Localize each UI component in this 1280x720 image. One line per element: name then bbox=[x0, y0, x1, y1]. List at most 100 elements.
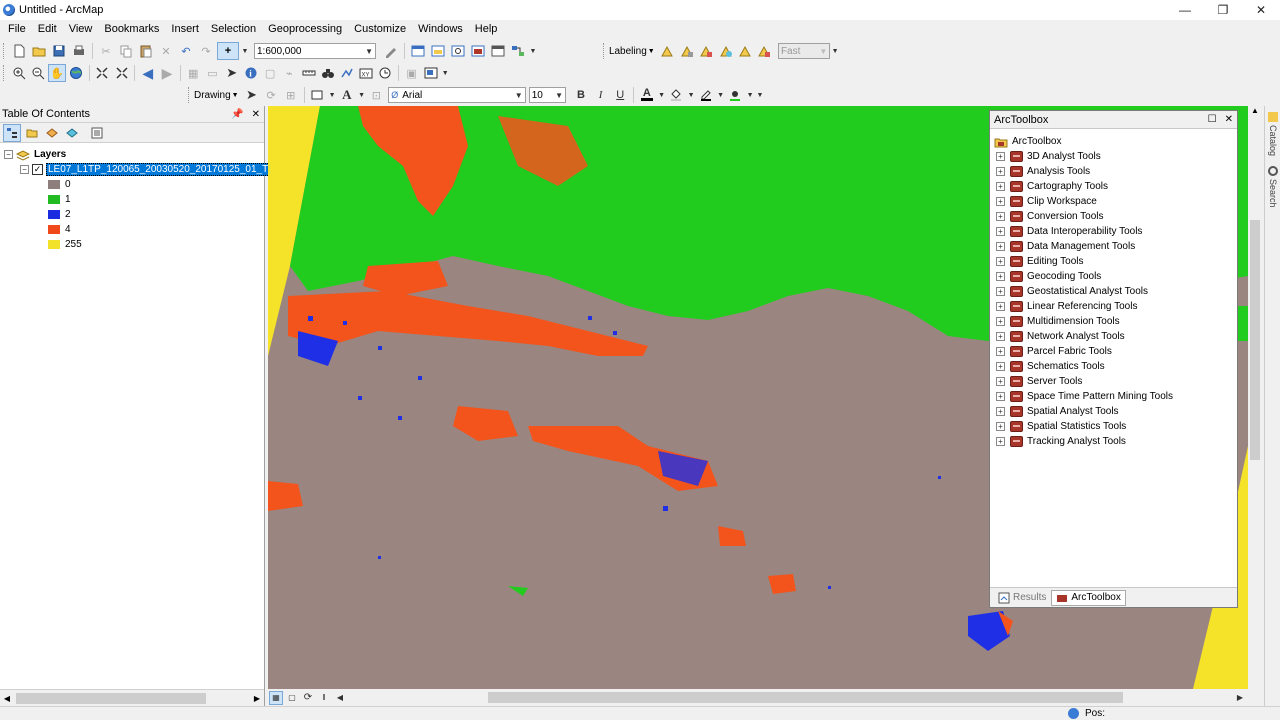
maximize-icon[interactable]: ☐ bbox=[1208, 114, 1217, 125]
hyperlink-icon[interactable]: ⌁ bbox=[281, 64, 298, 82]
toolbar-grip[interactable] bbox=[188, 87, 191, 103]
catalog-tab[interactable]: Catalog bbox=[1266, 108, 1280, 160]
underline-button[interactable]: U bbox=[611, 86, 629, 104]
chevron-down-icon[interactable]: ▼ bbox=[529, 42, 537, 60]
labeling-menu[interactable]: Labeling bbox=[609, 46, 647, 57]
go-to-xy-icon[interactable]: XY bbox=[358, 64, 375, 82]
toolbox-item[interactable]: + Clip Workspace bbox=[996, 194, 1097, 209]
expand-icon[interactable]: + bbox=[996, 272, 1005, 281]
swipe-icon[interactable] bbox=[422, 64, 439, 82]
scroll-left-arrow-icon[interactable]: ◀ bbox=[0, 694, 14, 703]
chevron-down-icon[interactable]: ▼ bbox=[717, 86, 725, 104]
rectangle-icon[interactable] bbox=[309, 86, 327, 104]
close-icon[interactable]: ✕ bbox=[1225, 114, 1233, 125]
modelbuilder-icon[interactable] bbox=[509, 42, 527, 60]
refresh-icon[interactable]: ⟳ bbox=[301, 691, 315, 705]
menu-view[interactable]: View bbox=[63, 20, 99, 39]
menu-insert[interactable]: Insert bbox=[165, 20, 205, 39]
toolbox-item[interactable]: + Spatial Analyst Tools bbox=[996, 404, 1119, 419]
font-color-icon[interactable]: A bbox=[638, 86, 656, 104]
toolbox-item[interactable]: + Data Interoperability Tools bbox=[996, 224, 1142, 239]
font-name-combo[interactable]: Ø Arial ▼ bbox=[388, 87, 526, 103]
expand-icon[interactable]: + bbox=[996, 392, 1005, 401]
edit-vertices-icon[interactable]: ⊡ bbox=[368, 86, 386, 104]
print-icon[interactable] bbox=[70, 42, 88, 60]
view-unplaced-labels-icon[interactable] bbox=[717, 42, 734, 60]
layer-name[interactable]: LE07_L1TP_120065_20030520_20170125_01_T1… bbox=[46, 163, 290, 176]
python-window-icon[interactable] bbox=[489, 42, 507, 60]
arctoolbox-tab[interactable]: ArcToolbox bbox=[1051, 589, 1126, 606]
scroll-left-arrow-icon[interactable]: ◀ bbox=[333, 691, 347, 705]
clear-selection-icon[interactable]: ▭ bbox=[204, 64, 221, 82]
toolbox-item[interactable]: + Cartography Tools bbox=[996, 179, 1108, 194]
copy-icon[interactable] bbox=[117, 42, 135, 60]
expand-icon[interactable]: + bbox=[996, 152, 1005, 161]
find-route-icon[interactable] bbox=[338, 64, 355, 82]
expand-icon[interactable]: + bbox=[996, 182, 1005, 191]
menu-bookmarks[interactable]: Bookmarks bbox=[98, 20, 165, 39]
toolbox-item[interactable]: + Spatial Statistics Tools bbox=[996, 419, 1126, 434]
fixed-zoom-out-icon[interactable] bbox=[113, 64, 130, 82]
scroll-thumb[interactable] bbox=[16, 692, 206, 704]
expand-icon[interactable]: + bbox=[996, 437, 1005, 446]
marker-color-icon[interactable] bbox=[727, 86, 745, 104]
back-extent-arrow-icon[interactable]: ◀ bbox=[139, 64, 156, 82]
toolbox-item[interactable]: + Analysis Tools bbox=[996, 164, 1090, 179]
toolbox-item[interactable]: + Space Time Pattern Mining Tools bbox=[996, 389, 1173, 404]
search-tab[interactable]: Search bbox=[1266, 162, 1280, 212]
chevron-down-icon[interactable]: ▼ bbox=[687, 86, 695, 104]
select-elements-arrow-icon[interactable]: ➤ bbox=[243, 86, 261, 104]
collapse-icon[interactable]: − bbox=[20, 165, 29, 174]
layers-root-row[interactable]: − Layers bbox=[4, 147, 66, 162]
expand-icon[interactable]: + bbox=[996, 227, 1005, 236]
map-scale-combo[interactable]: 1:600,000 ▼ bbox=[254, 43, 376, 59]
time-slider-icon[interactable] bbox=[377, 64, 394, 82]
chevron-down-icon[interactable]: ▼ bbox=[831, 42, 839, 60]
toolbox-item[interactable]: + Editing Tools bbox=[996, 254, 1084, 269]
label-manager-icon[interactable] bbox=[659, 42, 676, 60]
editor-toolbar-icon[interactable] bbox=[382, 42, 400, 60]
pause-labeling-icon[interactable] bbox=[697, 42, 714, 60]
chevron-down-icon[interactable]: ▼ bbox=[658, 86, 666, 104]
chevron-down-icon[interactable]: ▼ bbox=[441, 64, 449, 82]
minimize-button[interactable]: — bbox=[1166, 0, 1204, 20]
toolbox-item[interactable]: + Multidimension Tools bbox=[996, 314, 1120, 329]
pause-drawing-icon[interactable]: ‖ bbox=[317, 691, 331, 705]
identify-info-icon[interactable]: i bbox=[242, 64, 259, 82]
toolbox-item[interactable]: + Tracking Analyst Tools bbox=[996, 434, 1126, 449]
cut-icon[interactable]: ✂ bbox=[97, 42, 115, 60]
drawing-menu[interactable]: Drawing bbox=[194, 90, 231, 101]
toolbox-item[interactable]: + Geocoding Tools bbox=[996, 269, 1101, 284]
save-icon[interactable] bbox=[50, 42, 68, 60]
map-vertical-scrollbar[interactable]: ▲ bbox=[1248, 106, 1262, 689]
fixed-zoom-in-icon[interactable] bbox=[94, 64, 111, 82]
expand-icon[interactable]: + bbox=[996, 407, 1005, 416]
scroll-right-arrow-icon[interactable]: ▶ bbox=[250, 694, 264, 703]
paste-icon[interactable] bbox=[137, 42, 155, 60]
label-priority-icon[interactable] bbox=[736, 42, 753, 60]
scroll-right-arrow-icon[interactable]: ▶ bbox=[1233, 691, 1247, 705]
layer-row[interactable]: − ✓ LE07_L1TP_120065_20030520_20170125_0… bbox=[20, 162, 290, 177]
toolbox-item[interactable]: + Parcel Fabric Tools bbox=[996, 344, 1112, 359]
expand-icon[interactable]: + bbox=[996, 422, 1005, 431]
menu-geoprocessing[interactable]: Geoprocessing bbox=[262, 20, 348, 39]
map-horizontal-scroll-thumb[interactable] bbox=[488, 692, 1123, 703]
toolbar-grip[interactable] bbox=[603, 43, 606, 59]
maximize-button[interactable]: ❐ bbox=[1204, 0, 1242, 20]
select-elements-arrow-icon[interactable]: ➤ bbox=[223, 64, 240, 82]
toolbox-item[interactable]: + Linear Referencing Tools bbox=[996, 299, 1137, 314]
html-popup-icon[interactable]: ▢ bbox=[261, 64, 278, 82]
forward-extent-arrow-icon[interactable]: ▶ bbox=[158, 64, 175, 82]
draw-mode-combo[interactable]: Fast ▼ bbox=[777, 43, 831, 59]
expand-icon[interactable]: + bbox=[996, 347, 1005, 356]
layer-visibility-checkbox[interactable]: ✓ bbox=[32, 164, 43, 175]
layout-view-icon[interactable]: ▢ bbox=[285, 691, 299, 705]
undo-icon[interactable]: ↶ bbox=[177, 42, 195, 60]
menu-file[interactable]: File bbox=[2, 20, 32, 39]
toolbox-item[interactable]: + Server Tools bbox=[996, 374, 1082, 389]
lock-labels-icon[interactable] bbox=[678, 42, 695, 60]
expand-icon[interactable]: + bbox=[996, 332, 1005, 341]
expand-icon[interactable]: + bbox=[996, 242, 1005, 251]
options-icon[interactable] bbox=[88, 124, 106, 142]
zoom-in-icon[interactable] bbox=[10, 64, 27, 82]
